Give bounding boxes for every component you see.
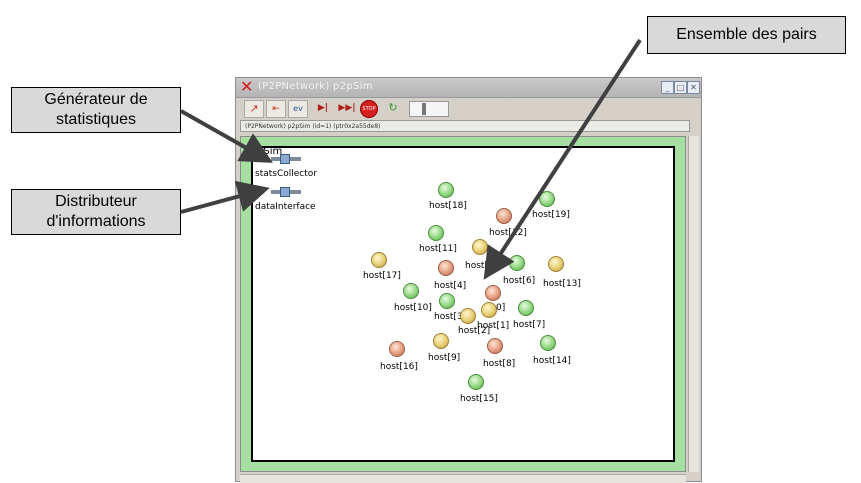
callout-arrows xyxy=(180,38,642,280)
arrow-to-stats-collector xyxy=(180,109,273,163)
arrow-to-data-interface xyxy=(180,180,270,214)
arrow-to-peers xyxy=(483,38,642,280)
